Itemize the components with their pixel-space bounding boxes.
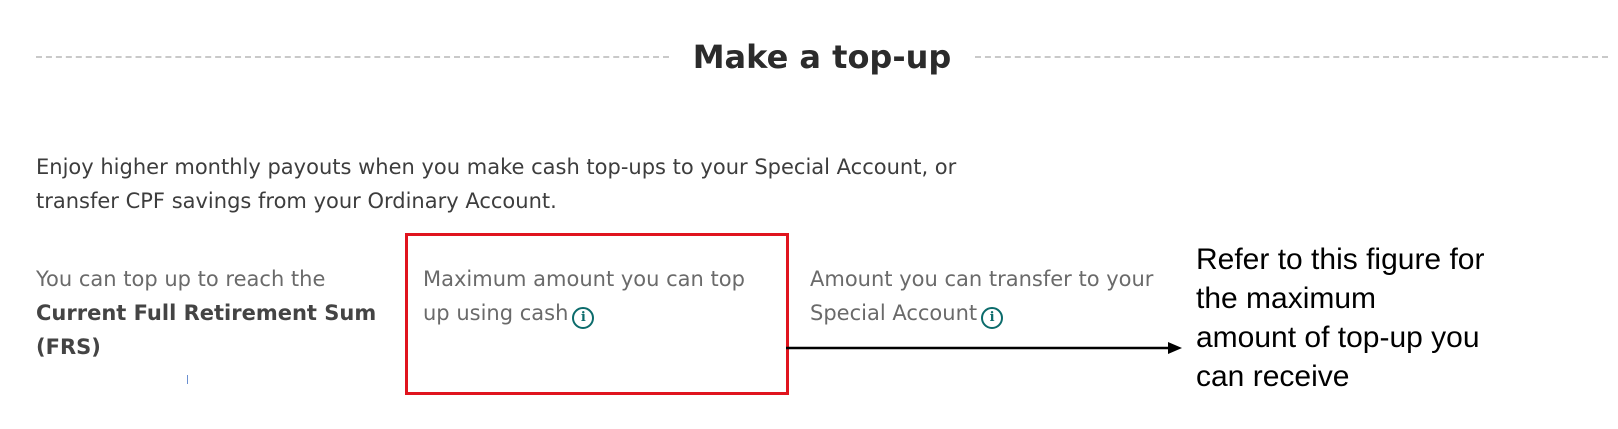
intro-paragraph: Enjoy higher monthly payouts when you ma… <box>36 150 1036 218</box>
value-placeholder-mark <box>187 375 188 384</box>
intro-line-2: transfer CPF savings from your Ordinary … <box>36 189 557 213</box>
transfer-column: Amount you can transfer to your Special … <box>810 262 1160 330</box>
frs-emphasis: Current Full Retirement Sum (FRS) <box>36 301 377 359</box>
callout-arrow <box>786 342 1182 354</box>
callout-annotation: Refer to this figure for the maximum amo… <box>1196 240 1596 396</box>
section-title: Make a top-up <box>692 38 952 76</box>
right-dashed-divider <box>975 56 1608 58</box>
intro-line-1: Enjoy higher monthly payouts when you ma… <box>36 155 957 179</box>
callout-line-2: the maximum <box>1196 282 1377 315</box>
left-dashed-divider <box>36 56 669 58</box>
section-header: Make a top-up <box>36 30 1608 84</box>
callout-line-1: Refer to this figure for <box>1196 243 1485 276</box>
frs-column: You can top up to reach the Current Full… <box>36 262 386 364</box>
red-highlight-box <box>405 233 789 395</box>
callout-line-3: amount of top-up you <box>1196 321 1480 354</box>
frs-label: You can top up to reach the <box>36 267 326 291</box>
info-icon[interactable]: i <box>981 306 1004 329</box>
callout-line-4: can receive <box>1196 360 1350 393</box>
